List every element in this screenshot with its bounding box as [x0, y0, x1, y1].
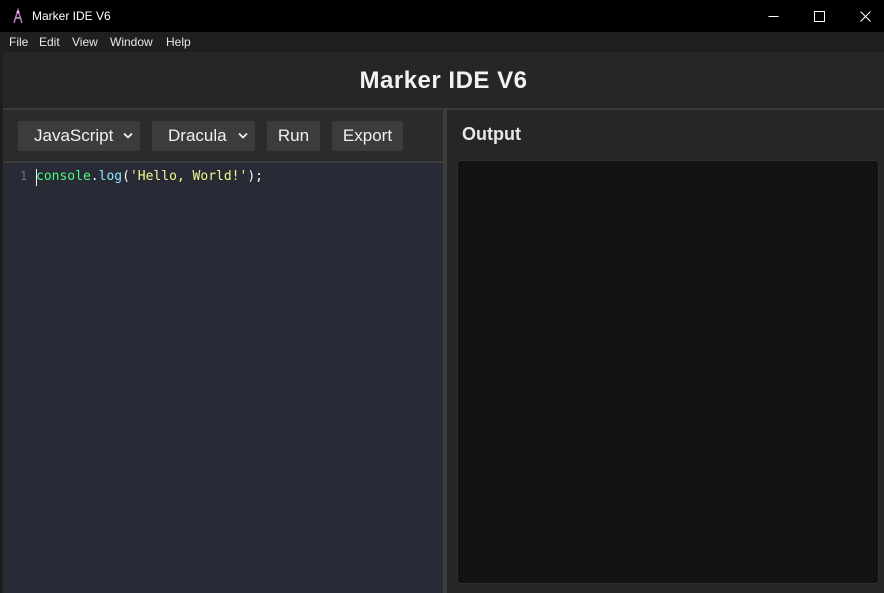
- minimize-button[interactable]: [750, 0, 796, 32]
- token-method: log: [98, 169, 123, 184]
- line-number: 1: [20, 169, 28, 183]
- chevron-down-icon: [123, 132, 133, 139]
- app-window: Marker IDE V6 File Edit View Window Help…: [0, 0, 884, 593]
- output-panel: Output: [447, 110, 884, 593]
- export-button[interactable]: Export: [332, 121, 403, 151]
- token-string: 'Hello, World!': [129, 169, 248, 184]
- maximize-button[interactable]: [796, 0, 842, 32]
- app-header: Marker IDE V6: [3, 52, 884, 110]
- output-console[interactable]: [457, 160, 879, 584]
- language-select[interactable]: JavaScript: [18, 121, 140, 151]
- text-cursor: [36, 169, 37, 186]
- token-object: console: [36, 169, 91, 184]
- editor-toolbar: JavaScript Dracula Run Export: [3, 110, 443, 163]
- theme-select[interactable]: Dracula: [152, 121, 255, 151]
- line-gutter: 1: [3, 163, 35, 593]
- menu-file[interactable]: File: [9, 35, 28, 49]
- token-open-paren: (: [122, 169, 130, 184]
- menu-window[interactable]: Window: [110, 35, 153, 49]
- run-button[interactable]: Run: [267, 121, 320, 151]
- window-title: Marker IDE V6: [32, 9, 111, 23]
- menu-view[interactable]: View: [72, 35, 98, 49]
- menu-edit[interactable]: Edit: [39, 35, 60, 49]
- menu-bar: File Edit View Window Help: [0, 32, 884, 52]
- app-logo-icon: [11, 7, 25, 24]
- language-select-value: JavaScript: [34, 126, 114, 145]
- menu-help[interactable]: Help: [166, 35, 191, 49]
- token-dot: .: [90, 169, 99, 184]
- title-bar[interactable]: Marker IDE V6: [0, 0, 884, 32]
- code-line[interactable]: console.log('Hello, World!');: [36, 169, 263, 184]
- editor-panel: JavaScript Dracula Run Export 1 console.…: [3, 110, 443, 593]
- theme-select-value: Dracula: [168, 126, 227, 145]
- minimize-icon: [768, 15, 778, 17]
- page-title: Marker IDE V6: [359, 67, 528, 94]
- output-title: Output: [462, 124, 521, 144]
- chevron-down-icon: [238, 132, 248, 139]
- code-editor[interactable]: 1 console.log('Hello, World!');: [3, 163, 443, 593]
- maximize-icon: [813, 10, 825, 22]
- close-icon: [859, 10, 871, 22]
- close-button[interactable]: [842, 0, 884, 32]
- token-close: );: [247, 169, 263, 184]
